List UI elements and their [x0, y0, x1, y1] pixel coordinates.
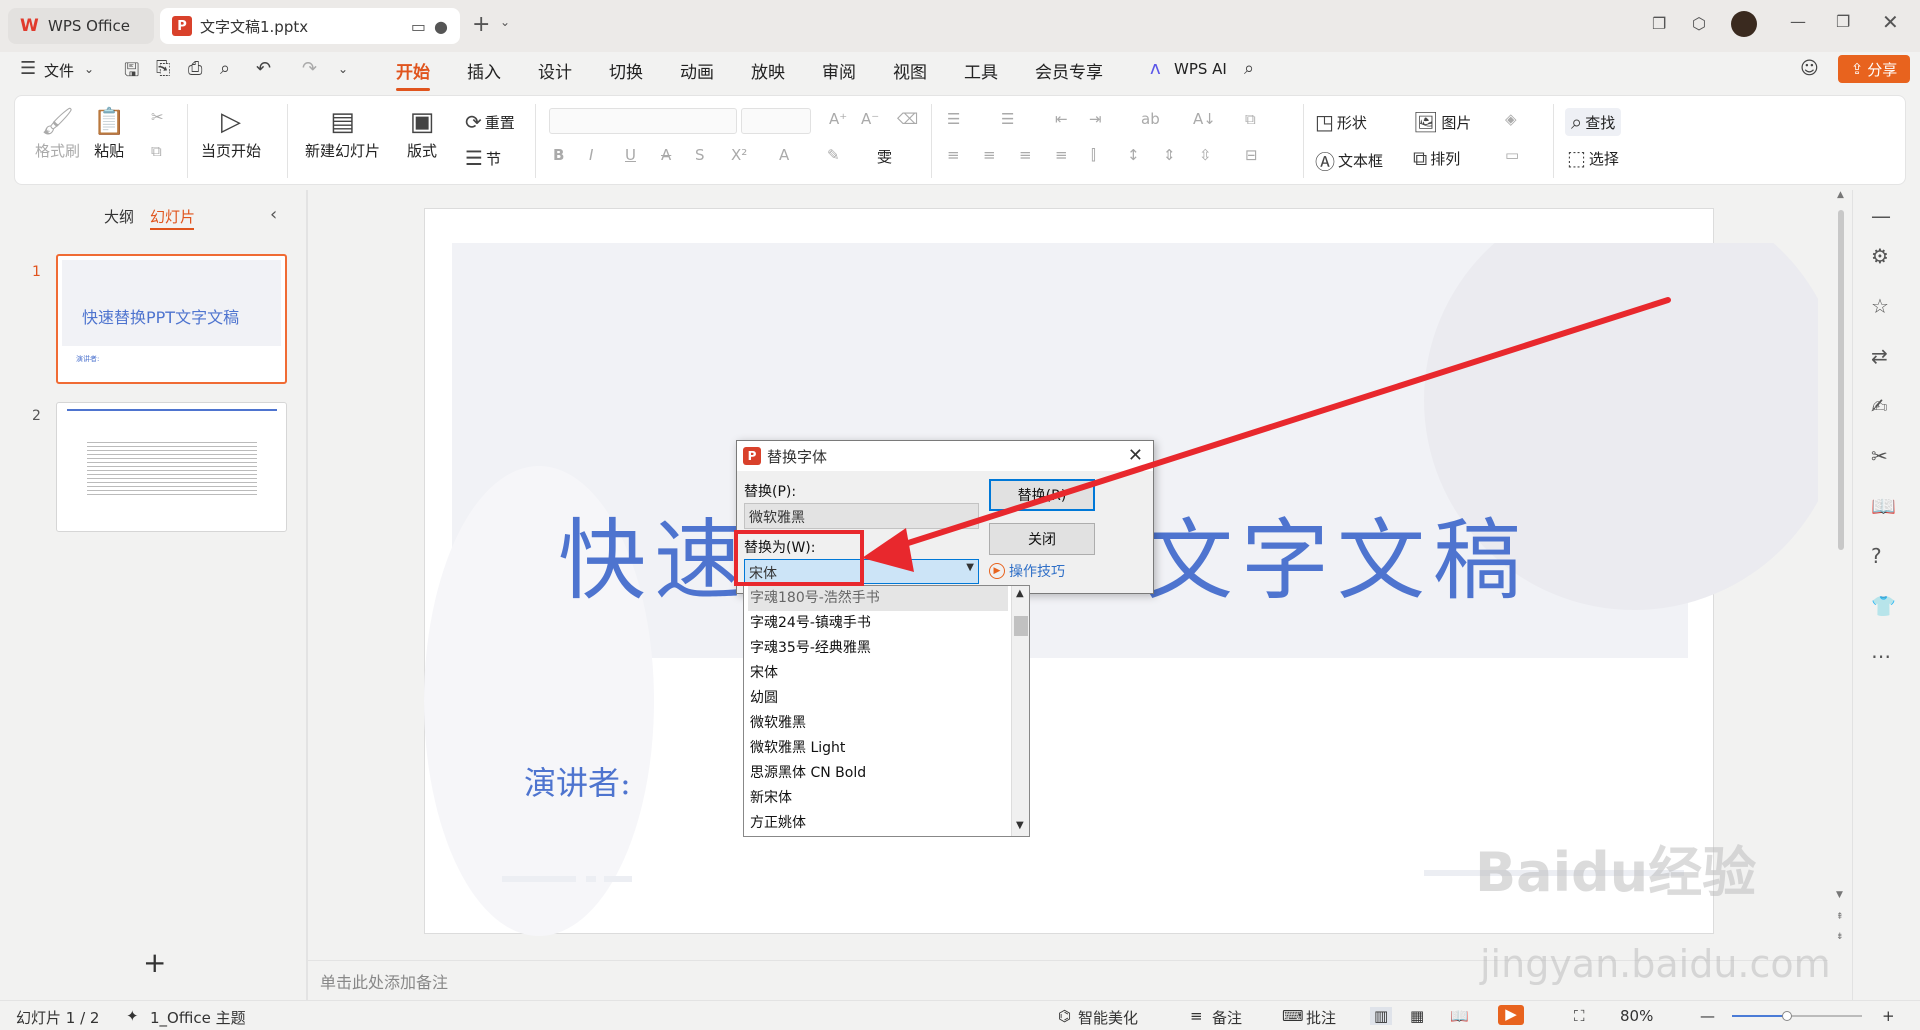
baidu-watermark: Baidu经验	[1475, 841, 1757, 904]
baidu-watermark-url: jingyan.baidu.com	[1480, 942, 1831, 986]
